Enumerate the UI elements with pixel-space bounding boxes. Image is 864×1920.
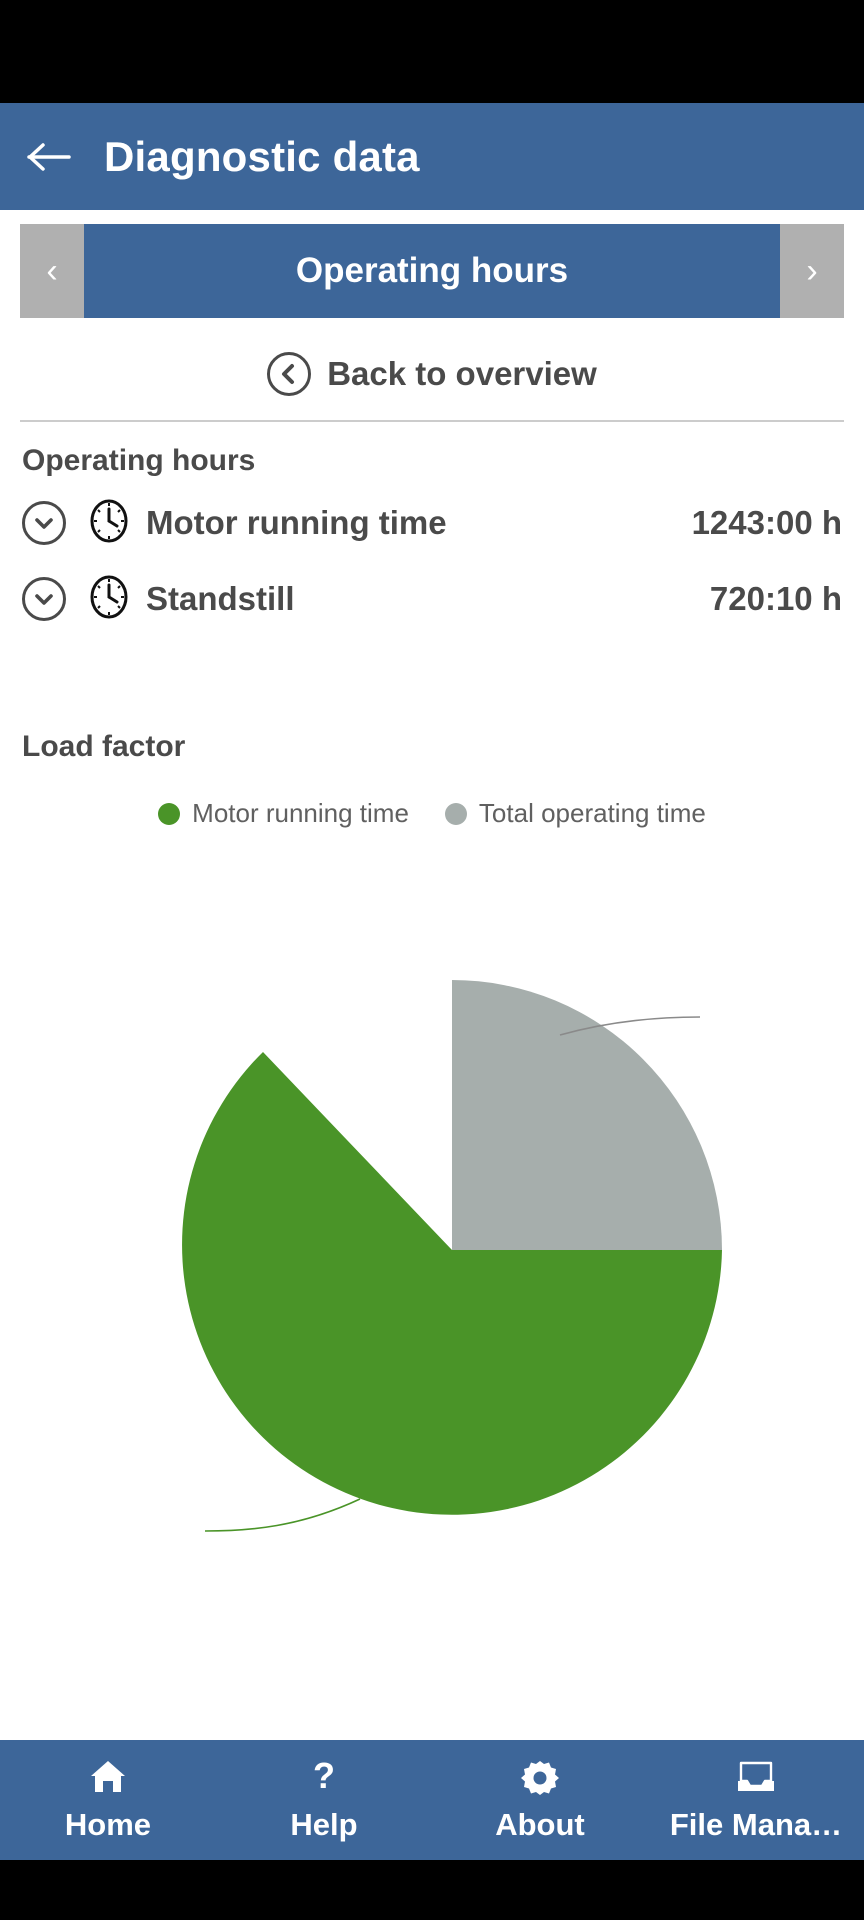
back-to-overview-label: Back to overview (327, 355, 597, 392)
question-mark-icon: ? (304, 1757, 344, 1797)
load-factor-chart: 37% 63% (0, 839, 864, 1639)
status-bar (0, 0, 864, 103)
legend-item-motor-running-time[interactable]: Motor running time (158, 798, 409, 829)
leader-line-green (204, 1498, 361, 1532)
nav-item-about[interactable]: About (432, 1757, 648, 1843)
pager-title: Operating hours (84, 224, 780, 318)
table-row[interactable]: Motor running time 1243:00 h (22, 492, 842, 554)
svg-text:?: ? (313, 1758, 335, 1796)
page-title: Diagnostic data (104, 132, 420, 180)
clock-icon (88, 574, 130, 625)
pie-slice-total-operating-time (452, 980, 722, 1250)
legend-label: Motor running time (192, 798, 409, 828)
row-value: 720:10 h (709, 580, 842, 617)
pager-control: ‹ Operating hours › (20, 224, 844, 318)
file-tray-icon (735, 1757, 777, 1797)
back-to-overview-button[interactable]: Back to overview (20, 352, 844, 422)
nav-item-help[interactable]: ? Help (216, 1757, 432, 1843)
load-factor-heading: Load factor (22, 730, 186, 763)
gear-icon (520, 1757, 560, 1797)
chevron-down-circle-icon[interactable] (22, 577, 66, 621)
nav-item-file-manager[interactable]: File Mana… (648, 1757, 864, 1843)
arrow-left-icon[interactable] (0, 140, 100, 174)
chart-legend: Motor running time Total operating time (0, 798, 864, 829)
phone-screen: Diagnostic data ‹ Operating hours › Back… (0, 0, 864, 1920)
legend-label: Total operating time (478, 798, 706, 828)
chevron-down-circle-icon[interactable] (22, 501, 66, 545)
operating-hours-heading: Operating hours (22, 444, 256, 477)
nav-label: About (495, 1807, 585, 1842)
chevron-left-circle-icon (267, 352, 312, 396)
legend-swatch-green (158, 802, 181, 825)
app-bar: Diagnostic data (0, 103, 864, 210)
legend-swatch-grey (444, 802, 467, 825)
system-navigation-strip (0, 1860, 864, 1920)
nav-label: Home (64, 1807, 152, 1842)
pager-next-button[interactable]: › (780, 224, 844, 318)
row-label: Standstill (146, 580, 295, 617)
row-label: Motor running time (146, 504, 447, 541)
clock-icon (88, 498, 130, 549)
pie-chart (182, 980, 722, 1532)
content-area: ‹ Operating hours › Back to overview Ope… (0, 210, 864, 1740)
legend-item-total-operating-time[interactable]: Total operating time (444, 798, 706, 829)
home-icon (88, 1757, 128, 1797)
nav-label: Help (290, 1807, 358, 1842)
table-row[interactable]: Standstill 720:10 h (22, 568, 842, 630)
bottom-navigation-bar: Home ? Help About File Mana… (0, 1740, 864, 1860)
pager-prev-button[interactable]: ‹ (20, 224, 84, 318)
row-value: 1243:00 h (691, 504, 842, 541)
nav-item-home[interactable]: Home (0, 1757, 216, 1843)
nav-label: File Mana… (669, 1807, 843, 1842)
